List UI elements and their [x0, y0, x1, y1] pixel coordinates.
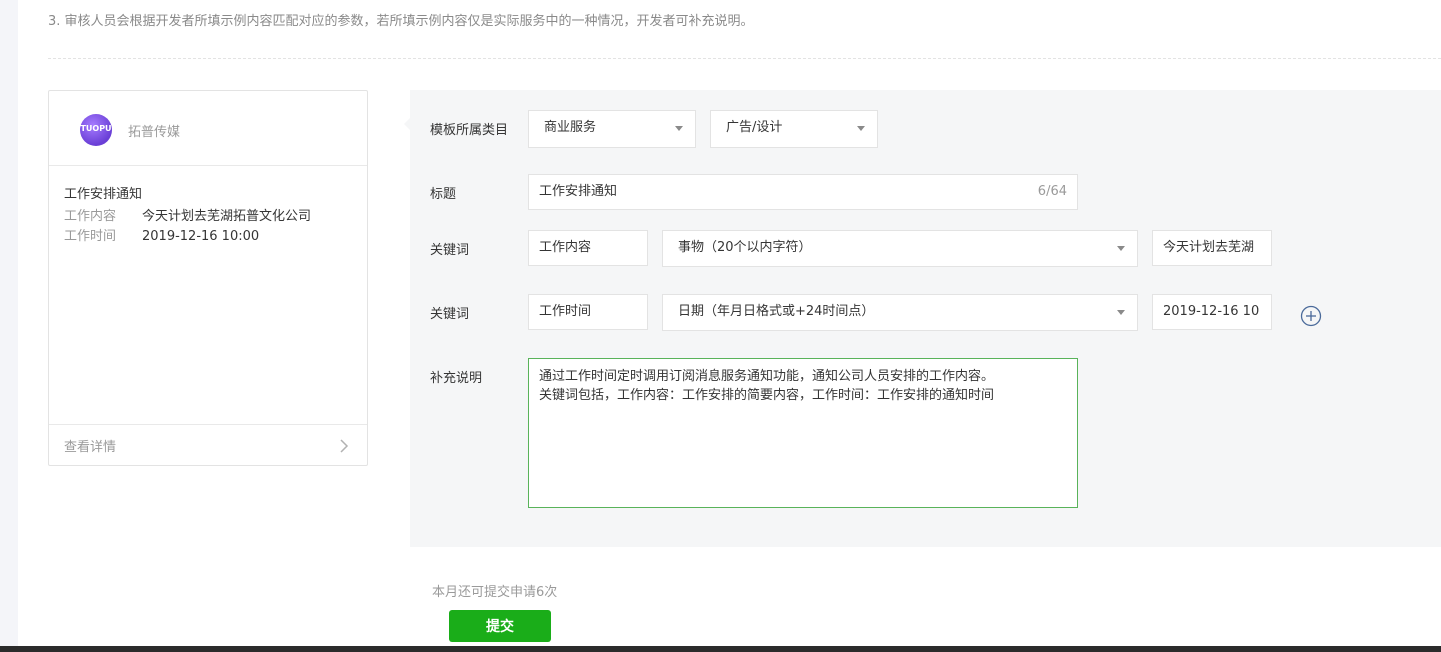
keyword-name-value: 工作时间 [539, 304, 592, 319]
divider [48, 58, 1441, 59]
keyword-type-select[interactable]: 日期（年月日格式或+24时间点） [662, 294, 1138, 331]
brand-logo: TUOPU [80, 114, 112, 146]
template-form-panel: 模板所属类目 商业服务 广告/设计 标题 工作安排通知 6/64 关键词 工作内… [404, 90, 1441, 547]
review-notice: 3. 审核人员会根据开发者所填示例内容匹配对应的参数，若所填示例内容仅是实际服务… [48, 14, 754, 29]
title-input-value: 工作安排通知 [539, 184, 618, 199]
keyword-example-input[interactable]: 2019-12-16 10 [1152, 294, 1272, 330]
preview-row-content: 工作内容 今天计划去芜湖拓普文化公司 [64, 205, 311, 224]
preview-row-key: 工作时间 [64, 229, 117, 244]
keyword-type-value: 日期（年月日格式或+24时间点） [678, 304, 875, 319]
title-input[interactable]: 工作安排通知 6/64 [528, 174, 1078, 210]
title-label: 标题 [430, 187, 457, 202]
panel-pointer [404, 118, 410, 130]
keyword-label: 关键词 [430, 307, 470, 322]
view-details-label: 查看详情 [64, 440, 117, 455]
category-secondary-value: 广告/设计 [726, 120, 783, 135]
add-keyword-icon[interactable] [1300, 305, 1322, 327]
category-label: 模板所属类目 [430, 123, 509, 138]
preview-title: 工作安排通知 [64, 187, 143, 202]
supplement-line: 关键词包括，工作内容：工作安排的简要内容，工作时间：工作安排的通知时间 [539, 388, 995, 403]
keyword-type-value: 事物（20个以内字符） [678, 240, 812, 255]
submission-quota-text: 本月还可提交申请6次 [432, 585, 558, 600]
title-char-counter: 6/64 [1037, 184, 1067, 199]
supplement-textarea[interactable]: 通过工作时间定时调用订阅消息服务通知功能，通知公司人员安排的工作内容。 关键词包… [528, 358, 1078, 508]
left-edge-strip [0, 0, 18, 652]
preview-row-value: 2019-12-16 10:00 [142, 229, 260, 244]
supplement-line: 通过工作时间定时调用订阅消息服务通知功能，通知公司人员安排的工作内容。 [539, 369, 995, 384]
category-primary-select[interactable]: 商业服务 [528, 110, 696, 148]
preview-row-key: 工作内容 [64, 209, 117, 224]
brand-name: 拓普传媒 [128, 125, 181, 140]
category-secondary-select[interactable]: 广告/设计 [710, 110, 878, 148]
keyword-name-input[interactable]: 工作时间 [528, 294, 648, 330]
taskbar-strip [0, 646, 1441, 652]
caret-down-icon [1117, 246, 1125, 251]
supplement-label: 补充说明 [430, 371, 483, 386]
category-primary-value: 商业服务 [544, 120, 597, 135]
keyword-label: 关键词 [430, 243, 470, 258]
preview-header: TUOPU 拓普传媒 [49, 91, 367, 166]
caret-down-icon [675, 126, 683, 131]
keyword-example-value: 2019-12-16 10 [1163, 304, 1260, 319]
preview-row-time: 工作时间 2019-12-16 10:00 [64, 225, 259, 244]
chevron-right-icon [340, 439, 349, 453]
view-details-link[interactable]: 查看详情 [49, 424, 367, 465]
submit-button[interactable]: 提交 [449, 610, 551, 642]
preview-row-value: 今天计划去芜湖拓普文化公司 [142, 209, 312, 224]
message-preview-card: TUOPU 拓普传媒 工作安排通知 工作内容 今天计划去芜湖拓普文化公司 工作时间… [48, 90, 368, 466]
keyword-example-input[interactable]: 今天计划去芜湖 [1152, 230, 1272, 266]
caret-down-icon [857, 126, 865, 131]
keyword-example-value: 今天计划去芜湖 [1163, 240, 1255, 255]
keyword-type-select[interactable]: 事物（20个以内字符） [662, 230, 1138, 267]
keyword-name-input[interactable]: 工作内容 [528, 230, 648, 266]
caret-down-icon [1117, 310, 1125, 315]
keyword-name-value: 工作内容 [539, 240, 592, 255]
